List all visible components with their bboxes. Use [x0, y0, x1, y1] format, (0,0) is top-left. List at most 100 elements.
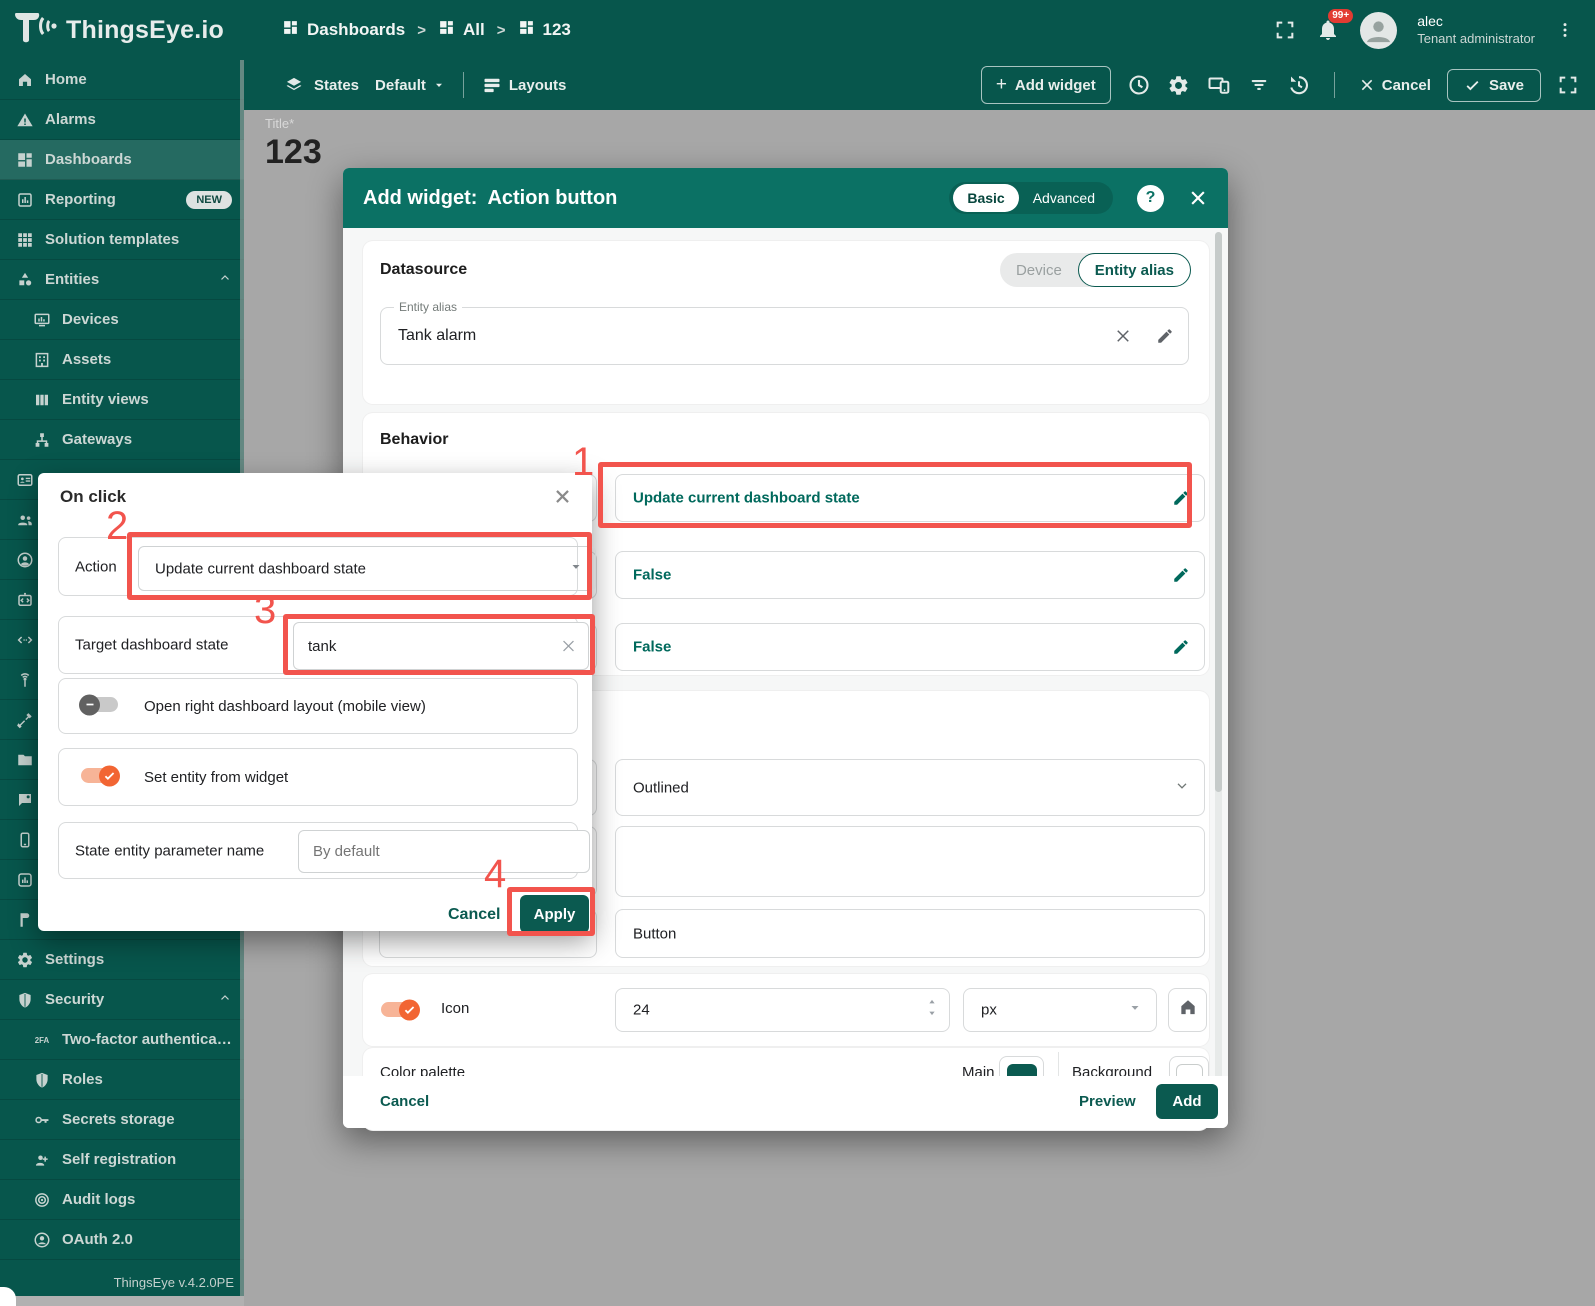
- modal-scrollbar[interactable]: [1215, 232, 1222, 1094]
- stepper-arrows-icon[interactable]: [925, 998, 939, 1023]
- empty-config-field[interactable]: [615, 826, 1205, 897]
- breadcrumb-item-123[interactable]: 123: [518, 19, 571, 41]
- fullscreen-icon[interactable]: [1274, 19, 1296, 41]
- tab-advanced[interactable]: Advanced: [1019, 184, 1109, 212]
- sidebar-item-alarms[interactable]: Alarms: [0, 100, 244, 140]
- manage-layouts-devices-icon[interactable]: [1206, 73, 1232, 97]
- action-value: Update current dashboard state: [155, 560, 366, 577]
- new-badge: NEW: [186, 191, 232, 209]
- svg-text:2FA: 2FA: [35, 1036, 50, 1045]
- modal-add-button[interactable]: Add: [1156, 1084, 1218, 1119]
- help-icon[interactable]: ?: [1137, 185, 1164, 212]
- button-type-value: Outlined: [633, 779, 689, 796]
- modal-preview-button[interactable]: Preview: [1079, 1093, 1136, 1110]
- device-monitor-icon: [33, 311, 51, 329]
- behavior-row-field-1[interactable]: Update current dashboard state: [615, 474, 1205, 522]
- sidebar-item-audit-logs[interactable]: Audit logs: [0, 1180, 244, 1220]
- sidebar-item-home[interactable]: Home: [0, 60, 244, 100]
- user-info[interactable]: alec Tenant administrator: [1417, 13, 1535, 47]
- breadcrumb-item-dashboards[interactable]: Dashboards: [282, 19, 405, 41]
- tab-basic[interactable]: Basic: [953, 184, 1018, 212]
- datasource-device-option[interactable]: Device: [1000, 262, 1078, 279]
- edit-pencil-icon[interactable]: [1172, 489, 1190, 507]
- behavior-row-field-3[interactable]: False: [615, 623, 1205, 671]
- behavior-row-field-2[interactable]: False: [615, 551, 1205, 599]
- layouts-button[interactable]: Layouts: [482, 75, 567, 95]
- app-header: ThingsEye.io Dashboards>All>123 99+ alec…: [0, 0, 1595, 60]
- avatar[interactable]: [1360, 12, 1397, 49]
- button-label-field[interactable]: Button: [615, 909, 1205, 958]
- chevron-up-icon[interactable]: [218, 991, 232, 1009]
- expand-fullscreen-icon[interactable]: [1557, 74, 1579, 96]
- set-entity-toggle-row: Set entity from widget: [58, 748, 578, 806]
- sidebar-item-two-factor-authenticati[interactable]: 2FATwo-factor authenticati…: [0, 1020, 244, 1060]
- clear-entity-alias-icon[interactable]: [1114, 327, 1132, 345]
- icon-size-unit-select[interactable]: px: [963, 988, 1157, 1032]
- button-type-select[interactable]: Outlined: [615, 759, 1205, 816]
- app-logo[interactable]: ThingsEye.io: [0, 11, 244, 50]
- dialog-cancel-button[interactable]: Cancel: [448, 906, 500, 924]
- kebab-menu-icon[interactable]: [1555, 20, 1575, 40]
- modal-close-icon[interactable]: [1188, 188, 1208, 208]
- entity-alias-field[interactable]: Entity alias Tank alarm: [380, 307, 1189, 365]
- save-button[interactable]: Save: [1447, 69, 1541, 102]
- dialog-title: On click: [60, 487, 126, 507]
- dialog-apply-button[interactable]: Apply: [520, 895, 589, 933]
- icon-toggle[interactable]: [381, 1002, 418, 1017]
- dashboard-settings-gear-icon[interactable]: [1167, 74, 1190, 97]
- datasource-entity-alias-option[interactable]: Entity alias: [1078, 253, 1191, 287]
- state-param-row: State entity parameter name: [58, 822, 578, 879]
- dashboards-icon: [16, 151, 34, 169]
- filter-icon[interactable]: [1248, 74, 1270, 96]
- sidebar-item-self-registration[interactable]: Self registration: [0, 1140, 244, 1180]
- cancel-edit-button[interactable]: Cancel: [1359, 77, 1431, 94]
- sidebar-item-security[interactable]: Security: [0, 980, 244, 1020]
- state-param-input[interactable]: [298, 830, 590, 873]
- icon-picker-button[interactable]: [1168, 988, 1207, 1032]
- sidebar-item-label: Reporting: [45, 191, 116, 208]
- antenna-icon: [16, 671, 34, 689]
- action-select[interactable]: Update current dashboard state: [138, 546, 596, 591]
- sidebar-item-label: OAuth 2.0: [62, 1231, 133, 1248]
- edit-pencil-icon[interactable]: [1172, 566, 1190, 584]
- time-window-icon[interactable]: [1127, 73, 1151, 97]
- folder-icon: [16, 751, 34, 769]
- version-history-icon[interactable]: [1286, 73, 1310, 97]
- edit-pencil-icon[interactable]: [1172, 638, 1190, 656]
- chevron-up-icon[interactable]: [218, 271, 232, 289]
- sidebar-item-roles[interactable]: Roles: [0, 1060, 244, 1100]
- mobile-layout-toggle[interactable]: [81, 697, 118, 712]
- clear-target-state-icon[interactable]: [560, 638, 577, 655]
- state-select[interactable]: Default: [375, 77, 445, 94]
- modal-cancel-button[interactable]: Cancel: [380, 1093, 429, 1110]
- breadcrumb-item-all[interactable]: All: [438, 19, 485, 41]
- icon-size-field[interactable]: 24: [615, 988, 950, 1032]
- home-icon: [16, 71, 34, 89]
- sidebar-item-devices[interactable]: Devices: [0, 300, 244, 340]
- person-icon: [16, 551, 34, 569]
- tools-icon: [16, 711, 34, 729]
- set-entity-toggle-label: Set entity from widget: [144, 769, 288, 786]
- sidebar-item-reporting[interactable]: Reporting NEW: [0, 180, 244, 220]
- sidebar-item-oauth-2-0[interactable]: OAuth 2.0: [0, 1220, 244, 1260]
- set-entity-toggle[interactable]: [81, 768, 118, 783]
- notification-badge: 99+: [1328, 9, 1353, 23]
- sidebar-item-dashboards[interactable]: Dashboards: [0, 140, 244, 180]
- target-state-input[interactable]: [293, 622, 589, 670]
- chevron-down-icon: [1128, 1001, 1142, 1020]
- sidebar-item-entities[interactable]: Entities: [0, 260, 244, 300]
- integration-icon: [16, 591, 34, 609]
- sidebar-item-gateways[interactable]: Gateways: [0, 420, 244, 460]
- dialog-close-icon[interactable]: [553, 487, 572, 506]
- sidebar-item-solution-templates[interactable]: Solution templates: [0, 220, 244, 260]
- id-card-icon: [16, 471, 34, 489]
- sidebar-item-secrets-storage[interactable]: Secrets storage: [0, 1100, 244, 1140]
- sidebar-item-assets[interactable]: Assets: [0, 340, 244, 380]
- add-widget-button[interactable]: + Add widget: [981, 66, 1111, 104]
- sidebar-item-settings[interactable]: Settings: [0, 940, 244, 980]
- sidebar-item-entity-views[interactable]: Entity views: [0, 380, 244, 420]
- notifications-bell-icon[interactable]: 99+: [1316, 18, 1340, 42]
- network-icon: [33, 431, 51, 449]
- datasource-heading: Datasource: [380, 261, 467, 279]
- edit-entity-alias-pencil-icon[interactable]: [1156, 327, 1174, 345]
